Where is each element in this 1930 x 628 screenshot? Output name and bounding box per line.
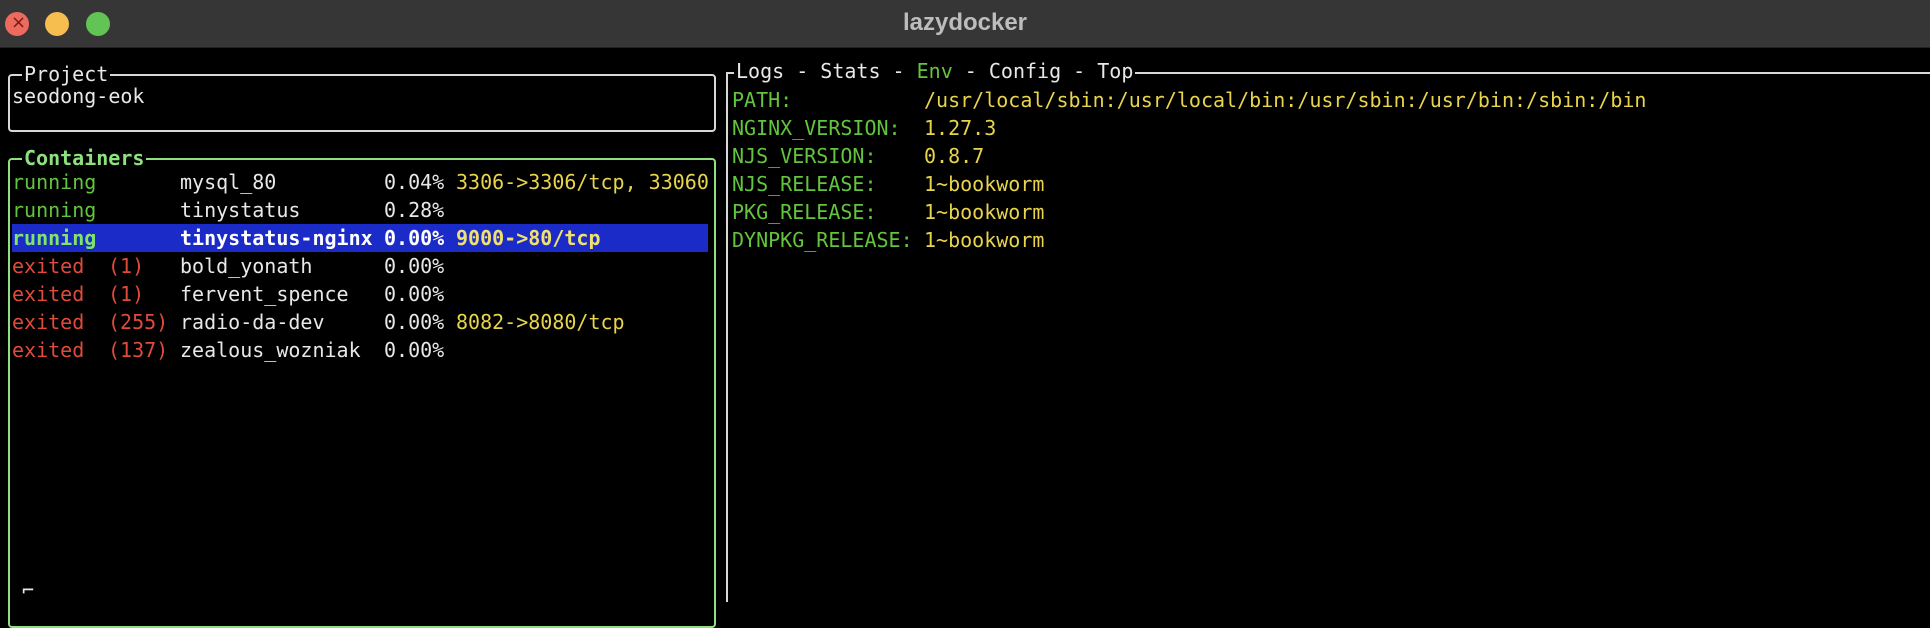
container-name: radio-da-dev [180, 310, 325, 334]
container-row[interactable]: exited (1) fervent_spence 0.00% [12, 280, 708, 308]
container-ports: 8082->8080/tcp [456, 310, 625, 334]
container-status: exited [12, 254, 85, 278]
env-key: DYNPKG_RELEASE: [732, 228, 913, 252]
env-key: NGINX_VERSION: [732, 116, 901, 140]
terminal: Project seodong-eok Containers running my… [0, 48, 1930, 628]
tab-separator: - [784, 59, 821, 83]
tab-separator: - [1061, 59, 1098, 83]
container-name: bold_yonath [180, 254, 313, 278]
container-row[interactable]: running tinystatus 0.28% [12, 196, 708, 224]
container-cpu: 0.00% [384, 310, 445, 334]
env-value: 1~bookworm [924, 172, 1045, 196]
container-status: running [12, 170, 97, 194]
project-name: seodong-eok [12, 84, 145, 108]
container-exit-code: (1) [108, 254, 145, 278]
tab-top[interactable]: Top [1097, 59, 1133, 83]
tab-env[interactable]: Env [917, 59, 953, 83]
container-name: zealous_wozniak [180, 338, 361, 362]
env-key: PATH: [732, 88, 793, 112]
env-row: NJS_VERSION: 0.8.7 [732, 142, 1832, 170]
details-pane-border-left [726, 72, 728, 602]
container-name: fervent_spence [180, 282, 349, 306]
tab-separator: - [880, 59, 917, 83]
container-cpu: 0.00% [384, 226, 445, 250]
container-status: running [12, 226, 97, 250]
env-row: NJS_RELEASE: 1~bookworm [732, 170, 1832, 198]
container-ports: 3306->3306/tcp, 33060 [456, 170, 709, 194]
container-row[interactable]: exited (255) radio-da-dev 0.00% 8082->8080/t… [12, 308, 708, 336]
container-exit-code: (137) [108, 338, 169, 362]
window-title: lazydocker [902, 9, 1028, 36]
env-value: 1.27.3 [924, 116, 997, 140]
container-status: exited [12, 282, 85, 306]
env-value: 0.8.7 [924, 144, 985, 168]
env-row: NGINX_VERSION: 1.27.3 [732, 114, 1832, 142]
container-cpu: 0.00% [384, 338, 445, 362]
env-value: 1~bookworm [924, 228, 1045, 252]
container-cpu: 0.00% [384, 254, 445, 278]
env-key: NJS_VERSION: [732, 144, 877, 168]
env-row: PATH: /usr/local/sbin:/usr/local/bin:/usr… [732, 86, 1832, 114]
container-row[interactable]: running mysql_80 0.04% 3306->3306/tcp, 3306… [12, 168, 709, 196]
container-cpu: 0.00% [384, 282, 445, 306]
container-status: running [12, 198, 97, 222]
container-status: exited [12, 310, 85, 334]
container-cpu: 0.28% [384, 198, 445, 222]
tab-config[interactable]: Config [989, 59, 1061, 83]
tab-stats[interactable]: Stats [820, 59, 880, 83]
env-row: PKG_RELEASE: 1~bookworm [732, 198, 1832, 226]
title-bar: lazydocker [0, 0, 1930, 48]
container-name: tinystatus [180, 198, 301, 222]
env-row: DYNPKG_RELEASE: 1~bookworm [732, 226, 1832, 254]
tab-separator: - [952, 59, 989, 83]
container-status: exited [12, 338, 85, 362]
env-value: /usr/local/sbin:/usr/local/bin:/usr/sbin… [924, 88, 1647, 112]
project-panel[interactable]: Project seodong-eok [8, 60, 716, 132]
env-value: 1~bookworm [924, 200, 1045, 224]
container-cpu: 0.04% [384, 170, 445, 194]
container-ports: 9000->80/tcp [456, 226, 601, 250]
container-exit-code: (1) [108, 282, 145, 306]
bottom-panel-edge: ⌐ [22, 578, 35, 602]
container-row[interactable]: exited (1) bold_yonath 0.00% [12, 252, 708, 280]
tab-logs[interactable]: Logs [736, 59, 784, 83]
container-row-selected[interactable]: running tinystatus-nginx 0.00% 9000->80/tcp [12, 224, 708, 252]
container-name: tinystatus-nginx [180, 226, 373, 250]
container-row[interactable]: exited (137) zealous_wozniak 0.00% [12, 336, 708, 364]
container-name: mysql_80 [180, 170, 277, 194]
container-exit-code: (255) [108, 310, 169, 334]
env-key: NJS_RELEASE: [732, 172, 877, 196]
details-tabs: Logs - Stats - Env - Config - Top [734, 57, 1136, 85]
env-key: PKG_RELEASE: [732, 200, 877, 224]
